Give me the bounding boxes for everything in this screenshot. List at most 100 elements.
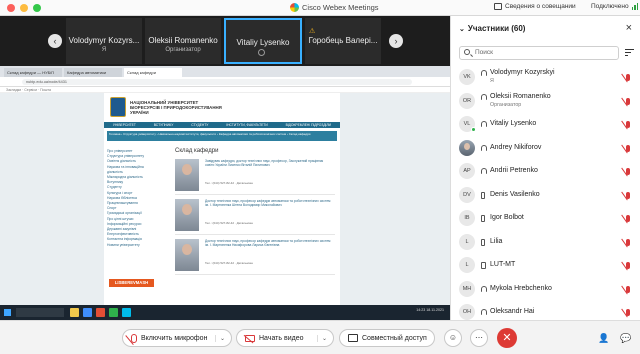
staff-extra: Тел.: (044) 527-82-42 · Детальніше	[205, 261, 253, 265]
close-icon[interactable]: ×	[626, 22, 632, 34]
mic-muted-icon[interactable]	[626, 74, 630, 81]
webex-icon[interactable]	[122, 308, 131, 317]
more-options-button[interactable]: ⋯	[470, 329, 488, 347]
windows-start-icon[interactable]	[4, 309, 11, 316]
app-icon[interactable]	[96, 308, 105, 317]
app-icon[interactable]	[109, 308, 118, 317]
mic-muted-icon[interactable]	[626, 97, 630, 105]
chevron-left-icon: ‹	[53, 36, 57, 46]
mic-muted-icon[interactable]	[626, 215, 630, 222]
side-menu-item[interactable]: Новини університету	[107, 243, 153, 248]
browser-tab-active[interactable]: Склад кафедри	[124, 68, 182, 77]
staff-text[interactable]: Завідувач кафедри, доктор технічних наук…	[205, 159, 333, 168]
app-title: Cisco Webex Meetings	[290, 3, 379, 12]
filmstrip-prev-button[interactable]: ‹	[48, 34, 62, 48]
avatar: L	[459, 233, 475, 250]
connection-status-label: Подключено	[591, 3, 629, 10]
avatar: IB	[459, 210, 475, 226]
start-video-button[interactable]: Начать видео ⌄	[236, 329, 334, 347]
unmute-button[interactable]: Включить микрофон ⌄	[122, 329, 232, 347]
chat-icon: 💬	[620, 333, 632, 343]
signal-icon	[631, 3, 639, 10]
site-nav-item[interactable]: ВСТУПНИКУ	[154, 122, 174, 128]
participant-row[interactable]: MH Mykola Hrebchenko	[451, 278, 640, 302]
staff-photo	[175, 159, 199, 191]
participant-name: Vitaliy Lysenko	[490, 120, 537, 127]
participant-name: Lilia	[490, 237, 503, 245]
search-placeholder: Поиск	[475, 49, 494, 56]
browser-tab[interactable]: Кафедра автоматики	[64, 68, 122, 77]
chevron-right-icon: ›	[394, 36, 398, 46]
mic-muted-icon[interactable]	[626, 262, 630, 269]
staff-photo	[175, 199, 199, 231]
avatar	[459, 139, 475, 156]
side-menu-item[interactable]: Наукова та інноваційна діяльність	[107, 165, 153, 175]
mic-muted-icon[interactable]	[626, 121, 630, 128]
taskbar-search[interactable]	[16, 308, 64, 317]
share-button[interactable]: Совместный доступ	[339, 329, 435, 347]
end-meeting-button[interactable]: ✕	[497, 328, 517, 348]
search-input[interactable]: Поиск	[459, 46, 619, 60]
participants-header[interactable]: ⌄ Участники (60)	[459, 24, 525, 33]
participant-row[interactable]: IB Igor Bolbot	[451, 207, 640, 231]
mic-muted-icon[interactable]	[626, 285, 630, 293]
mic-muted-icon[interactable]	[626, 238, 630, 246]
sort-icon[interactable]	[625, 48, 634, 57]
chevron-down-icon[interactable]: ⌄	[316, 334, 327, 342]
sponsor-banner[interactable]: LISBEREVMASH	[109, 279, 154, 287]
mic-muted-icon[interactable]	[626, 168, 630, 175]
mic-muted-icon[interactable]	[626, 309, 630, 316]
video-tile[interactable]: ⚠ Горобець Валері...	[305, 18, 381, 64]
staff-text[interactable]: Доктор технічних наук, професор кафедри …	[205, 199, 333, 208]
search-icon	[464, 49, 470, 55]
video-tile-active-speaker[interactable]: Vitaliy Lysenko	[224, 18, 302, 64]
participant-name: Oleksii Romanenko	[490, 92, 551, 100]
minimize-window-button[interactable]	[20, 4, 28, 12]
maximize-window-button[interactable]	[33, 4, 41, 12]
participants-button[interactable]: 👤	[596, 330, 612, 346]
participant-row[interactable]: VL Vitaliy Lysenko	[451, 113, 640, 137]
camera-off-icon	[245, 334, 255, 342]
site-nav-item[interactable]: СТУДЕНТУ	[191, 122, 208, 128]
participant-row[interactable]: VK Volodymyr Kozyrskyi Я	[451, 66, 640, 90]
participant-row[interactable]: Andrey Nikiforov	[451, 137, 640, 161]
participant-row[interactable]: OR Oleksii Romanenko Организатор	[451, 90, 640, 114]
meeting-info-button[interactable]: Сведения о совещании	[494, 3, 576, 10]
avatar: OH	[459, 304, 475, 320]
url-field[interactable]: nubip.edu.ua/node/4431	[22, 79, 412, 85]
close-window-button[interactable]	[7, 4, 15, 12]
folder-icon[interactable]	[70, 308, 79, 317]
connection-status[interactable]: Подключено	[591, 3, 639, 10]
site-nav-item[interactable]: ІНСТИТУТИ, ФАКУЛЬТЕТИ	[226, 122, 267, 128]
avatar: OR	[459, 92, 475, 109]
title-bar: Cisco Webex Meetings Сведения о совещани…	[0, 0, 640, 16]
info-icon	[494, 3, 502, 10]
participant-name: Volodymyr Kozyrskyi	[490, 69, 555, 76]
staff-text[interactable]: Доктор технічних наук, професор кафедри …	[205, 239, 333, 248]
participant-row[interactable]: DV Denis Vasilenko	[451, 184, 640, 208]
video-tile[interactable]: Volodymyr Kozyrs... Я	[66, 18, 142, 64]
participant-row[interactable]: L LUT-MT	[451, 254, 640, 278]
site-nav-item[interactable]: ВІДОКРЕМЛЕНІ ПІДРОЗДІЛИ	[286, 122, 331, 128]
chevron-down-icon[interactable]: ⌄	[214, 334, 225, 342]
reactions-button[interactable]: ☺	[444, 329, 462, 347]
close-icon: ✕	[502, 332, 512, 344]
mic-muted-icon[interactable]	[626, 144, 630, 152]
department-title: Склад кафедри	[175, 148, 219, 154]
site-nav-item[interactable]: УНІВЕРСИТЕТ	[113, 122, 136, 128]
browser-icon[interactable]	[83, 308, 92, 317]
headset-icon	[481, 144, 487, 151]
participants-panel: ⌄ Участники (60) × Поиск VK Volodymyr Koz…	[450, 16, 640, 320]
participant-row[interactable]: AP Andrii Petrenko	[451, 160, 640, 184]
video-tile[interactable]: Oleksii Romanenko Организатор	[145, 18, 221, 64]
participants-title: Участники (60)	[467, 24, 526, 33]
filmstrip-next-button[interactable]: ›	[389, 34, 403, 48]
tile-sub: Я	[101, 47, 107, 53]
headset-icon	[481, 70, 487, 76]
chat-button[interactable]: 💬	[618, 330, 634, 346]
browser-tab[interactable]: Склад кафедри — НУБіП	[4, 68, 62, 77]
participant-row[interactable]: L Lilia	[451, 231, 640, 255]
windows-taskbar: 14:23 18.11.2021	[0, 305, 450, 320]
avatar: L	[459, 257, 475, 273]
mic-muted-icon[interactable]	[626, 191, 630, 199]
